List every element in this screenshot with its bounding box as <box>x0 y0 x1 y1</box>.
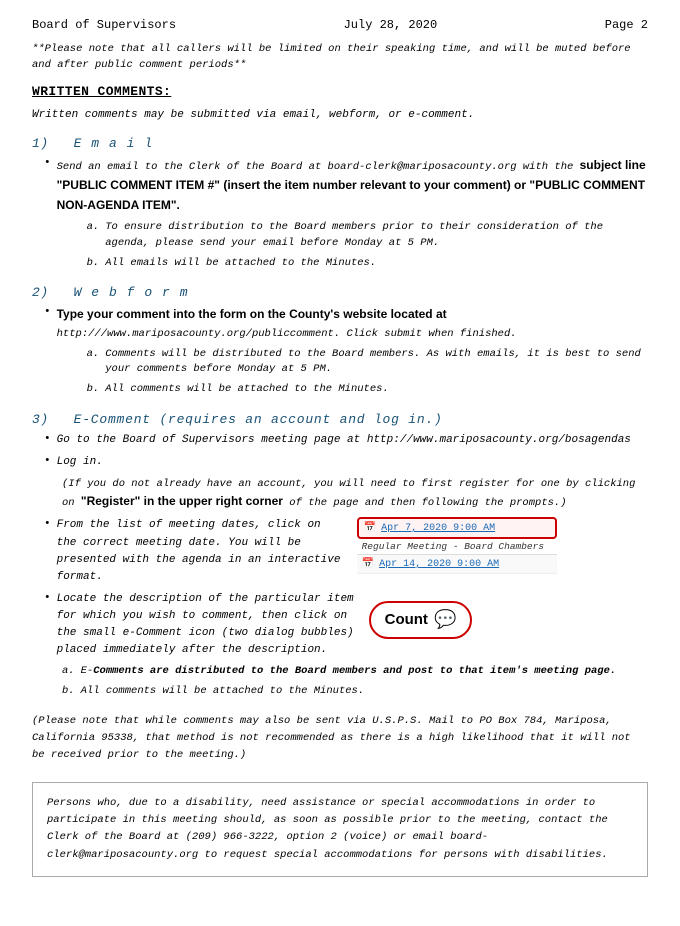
email-label: E m a i l <box>74 136 154 151</box>
ecomment-number: 3) <box>32 412 49 427</box>
ecomment-meeting-area: From the list of meeting dates, click on… <box>57 517 557 585</box>
written-comments-intro: Written comments may be submitted via em… <box>32 107 648 125</box>
comment-bubble-icon: 💬 <box>434 609 456 631</box>
meeting-date-1[interactable]: Apr 7, 2020 9:00 AM <box>381 523 495 534</box>
meeting-item-2[interactable]: 📅 Apr 14, 2020 9:00 AM <box>357 554 557 574</box>
ecomment-meeting-text: From the list of meeting dates, click on… <box>57 517 347 585</box>
email-title: 1) E m a i l <box>32 136 648 151</box>
webform-number: 2) <box>32 285 49 300</box>
email-sub-a: a. To ensure distribution to the Board m… <box>87 220 648 252</box>
bullet-dot: • <box>44 157 51 169</box>
email-sub-b: b. All emails will be attached to the Mi… <box>87 256 648 272</box>
ecomment-label: E-Comment (requires an account and log i… <box>74 412 443 427</box>
count-label: Count <box>385 611 428 628</box>
bullet-dot-6: • <box>44 592 51 604</box>
ecomment-login-text: Log in. <box>57 454 103 471</box>
bullet-dot-5: • <box>44 518 51 530</box>
ecomment-bullet-3: • From the list of meeting dates, click … <box>32 517 648 585</box>
meeting-date-2[interactable]: Apr 14, 2020 9:00 AM <box>379 559 499 570</box>
bullet-dot-3: • <box>44 433 51 445</box>
meeting-date-list: 📅 Apr 7, 2020 9:00 AM Regular Meeting - … <box>357 517 557 585</box>
ecomment-title: 3) E-Comment (requires an account and lo… <box>32 412 648 427</box>
bullet-dot-4: • <box>44 455 51 467</box>
ecomment-subs: a. E-Comments are distributed to the Boa… <box>32 664 648 700</box>
notice-text: **Please note that all callers will be l… <box>32 42 648 74</box>
calendar-icon-1: 📅 <box>364 522 376 534</box>
ecomment-bullet-4: • Locate the description of the particul… <box>32 591 648 659</box>
section-ecomment: 3) E-Comment (requires an account and lo… <box>32 412 648 700</box>
webform-sub-b: b. All comments will be attached to the … <box>87 382 648 398</box>
bullet-dot-2: • <box>44 306 51 318</box>
footer-note: (Please note that while comments may als… <box>32 713 648 763</box>
ecomment-register-note: (If you do not already have an account, … <box>32 476 648 512</box>
email-bullet-text: Send an email to the Clerk of the Board … <box>57 156 648 275</box>
header-right: Page 2 <box>605 18 648 32</box>
meeting-desc-1: Regular Meeting - Board Chambers <box>357 539 557 554</box>
webform-label: W e b f o r m <box>74 285 189 300</box>
email-bullet-1: • Send an email to the Clerk of the Boar… <box>32 156 648 275</box>
ecomment-bullet-2: • Log in. <box>32 454 648 471</box>
email-number: 1) <box>32 136 49 151</box>
webform-bullet-text: Type your comment into the form on the C… <box>57 305 648 401</box>
ecomment-locate-text: Locate the description of the particular… <box>57 591 357 659</box>
calendar-icon-2: 📅 <box>362 558 374 570</box>
ecomment-sub-a: a. E-Comments are distributed to the Boa… <box>62 664 648 680</box>
ecomment-goto-text: Go to the Board of Supervisors meeting p… <box>57 432 631 449</box>
section-webform: 2) W e b f o r m • Type your comment int… <box>32 285 648 401</box>
disability-box: Persons who, due to a disability, need a… <box>32 782 648 877</box>
ecomment-sub-b: b. All comments will be attached to the … <box>62 684 648 700</box>
written-comments-heading: WRITTEN COMMENTS: <box>32 84 648 99</box>
page-header: Board of Supervisors July 28, 2020 Page … <box>32 18 648 32</box>
meeting-item-1[interactable]: 📅 Apr 7, 2020 9:00 AM <box>357 517 557 539</box>
webform-title: 2) W e b f o r m <box>32 285 648 300</box>
ecomment-locate-area: Locate the description of the particular… <box>57 591 473 659</box>
header-left: Board of Supervisors <box>32 18 176 32</box>
webform-bullet-1: • Type your comment into the form on the… <box>32 305 648 401</box>
header-center: July 28, 2020 <box>344 18 438 32</box>
ecomment-bullet-1: • Go to the Board of Supervisors meeting… <box>32 432 648 449</box>
webform-sub-a: a. Comments will be distributed to the B… <box>87 347 648 379</box>
count-badge[interactable]: Count 💬 <box>369 601 473 639</box>
section-email: 1) E m a i l • Send an email to the Cler… <box>32 136 648 275</box>
